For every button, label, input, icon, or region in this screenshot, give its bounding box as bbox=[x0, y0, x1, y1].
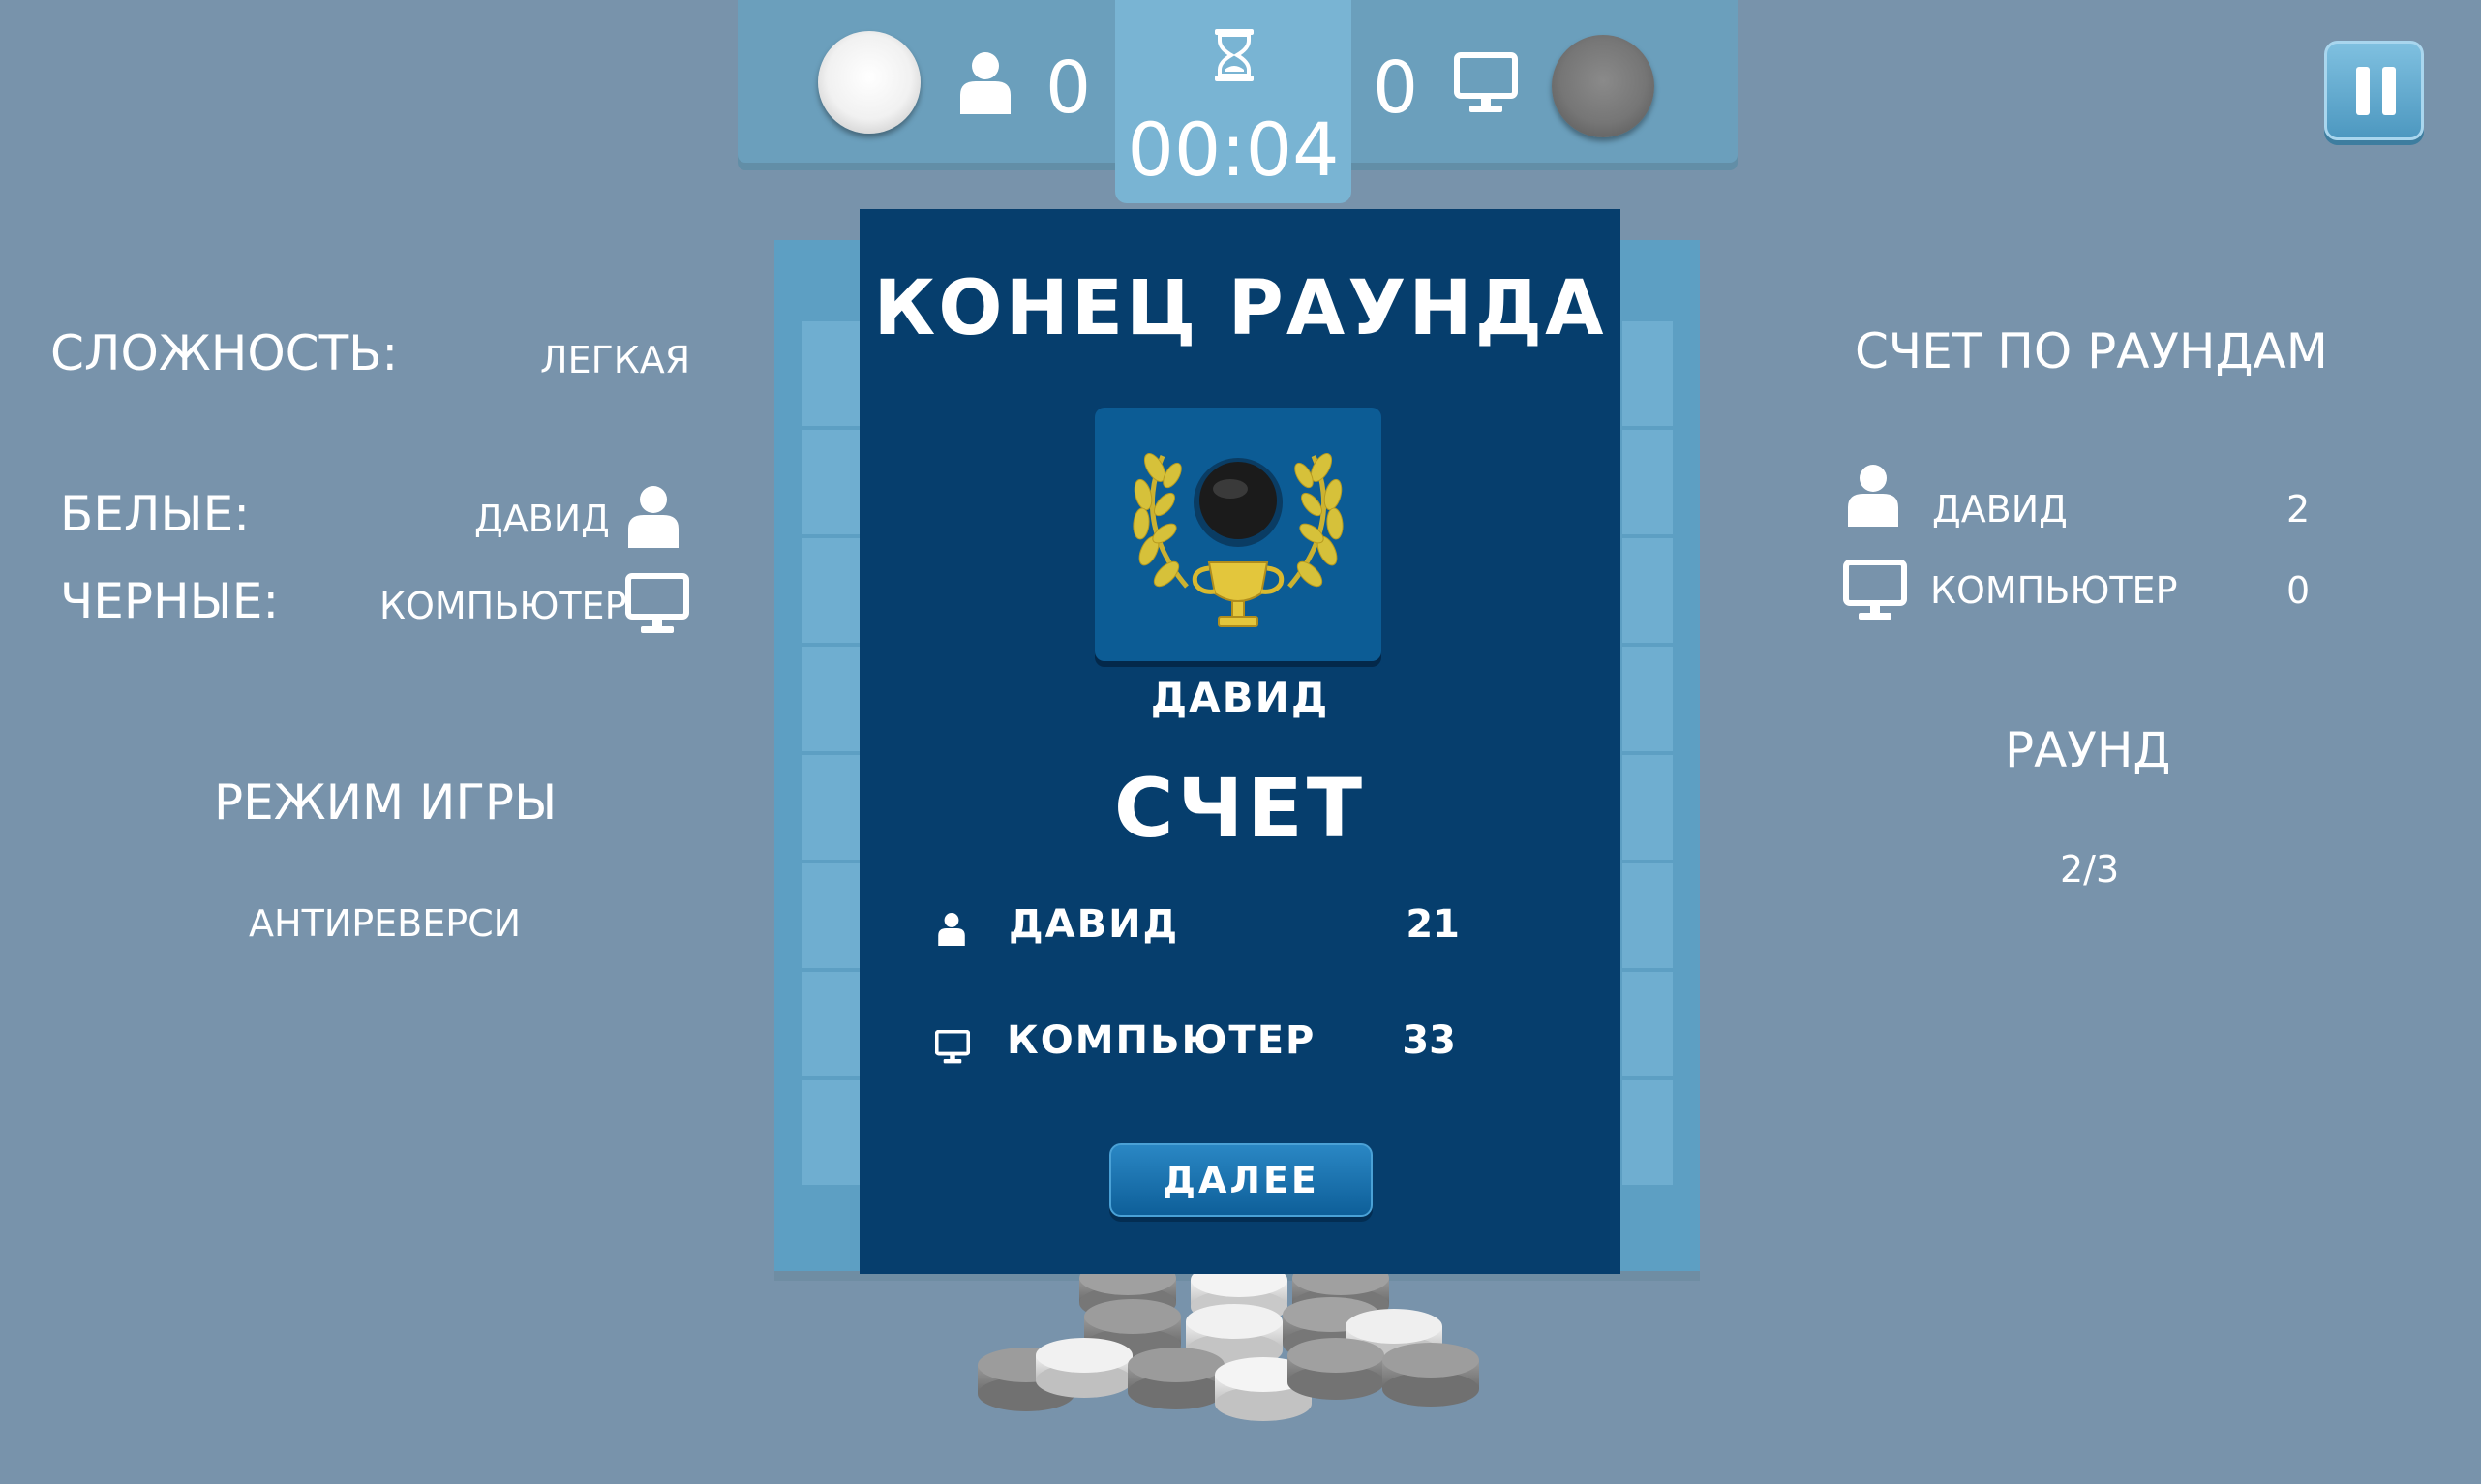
score-title: СЧЕТ bbox=[1113, 761, 1367, 856]
score-row-name: КОМПЬЮТЕР bbox=[1007, 1018, 1316, 1063]
black-player-name: КОМПЬЮТЕР bbox=[379, 585, 627, 627]
computer-icon bbox=[935, 1030, 970, 1064]
black-label: ЧЕРНЫЕ: bbox=[60, 573, 280, 629]
white-player-name: ДАВИД bbox=[474, 498, 610, 540]
black-score: 0 bbox=[1373, 46, 1419, 130]
winner-name: ДАВИД bbox=[1150, 674, 1330, 721]
difficulty-value: ЛЕГКАЯ bbox=[540, 339, 691, 381]
player-icon bbox=[1848, 465, 1898, 527]
difficulty-label: СЛОЖНОСТЬ: bbox=[50, 325, 399, 381]
timer-panel: 00:04 bbox=[1115, 0, 1351, 203]
score-row-value: 21 bbox=[1406, 902, 1460, 947]
round-label: РАУНД bbox=[2005, 722, 2171, 778]
round-value: 2/3 bbox=[2060, 848, 2120, 891]
rounds-player-name: ДАВИД bbox=[1932, 488, 2068, 530]
pause-button[interactable] bbox=[2324, 41, 2424, 140]
winner-card bbox=[1095, 408, 1381, 661]
game-mode-label: РЕЖИМ ИГРЫ bbox=[214, 774, 558, 831]
hourglass-icon bbox=[1215, 29, 1254, 81]
white-disc-icon bbox=[818, 31, 921, 134]
black-disc-icon bbox=[1552, 35, 1654, 137]
player-icon bbox=[938, 913, 965, 946]
rounds-player-score: 2 bbox=[2286, 488, 2311, 530]
captured-discs-pile bbox=[978, 1268, 1479, 1421]
next-button[interactable]: ДАЛЕЕ bbox=[1109, 1143, 1373, 1217]
computer-icon bbox=[625, 573, 689, 633]
computer-icon bbox=[1454, 52, 1518, 112]
laurel-trophy-icon bbox=[1133, 453, 1344, 627]
game-mode-value: АНТИРЕВЕРСИ bbox=[249, 902, 522, 945]
rounds-computer-name: КОМПЬЮТЕР bbox=[1930, 569, 2178, 612]
score-row-name: ДАВИД bbox=[1009, 902, 1180, 947]
player-icon bbox=[960, 52, 1011, 114]
round-end-dialog: КОНЕЦ РАУНДА ДАВИД СЧЕТ ДАВИД 21 КОМПЬЮТ… bbox=[860, 209, 1620, 1274]
white-label: БЕЛЫЕ: bbox=[60, 486, 251, 542]
timer-display: 00:04 bbox=[1127, 106, 1340, 193]
rounds-score-title: СЧЕТ ПО РАУНДАМ bbox=[1855, 323, 2328, 379]
dialog-title: КОНЕЦ РАУНДА bbox=[873, 265, 1607, 352]
rounds-computer-score: 0 bbox=[2286, 569, 2311, 612]
computer-icon bbox=[1843, 560, 1907, 620]
player-icon bbox=[628, 486, 679, 548]
score-row-value: 33 bbox=[1402, 1018, 1456, 1063]
white-score: 0 bbox=[1045, 46, 1092, 130]
